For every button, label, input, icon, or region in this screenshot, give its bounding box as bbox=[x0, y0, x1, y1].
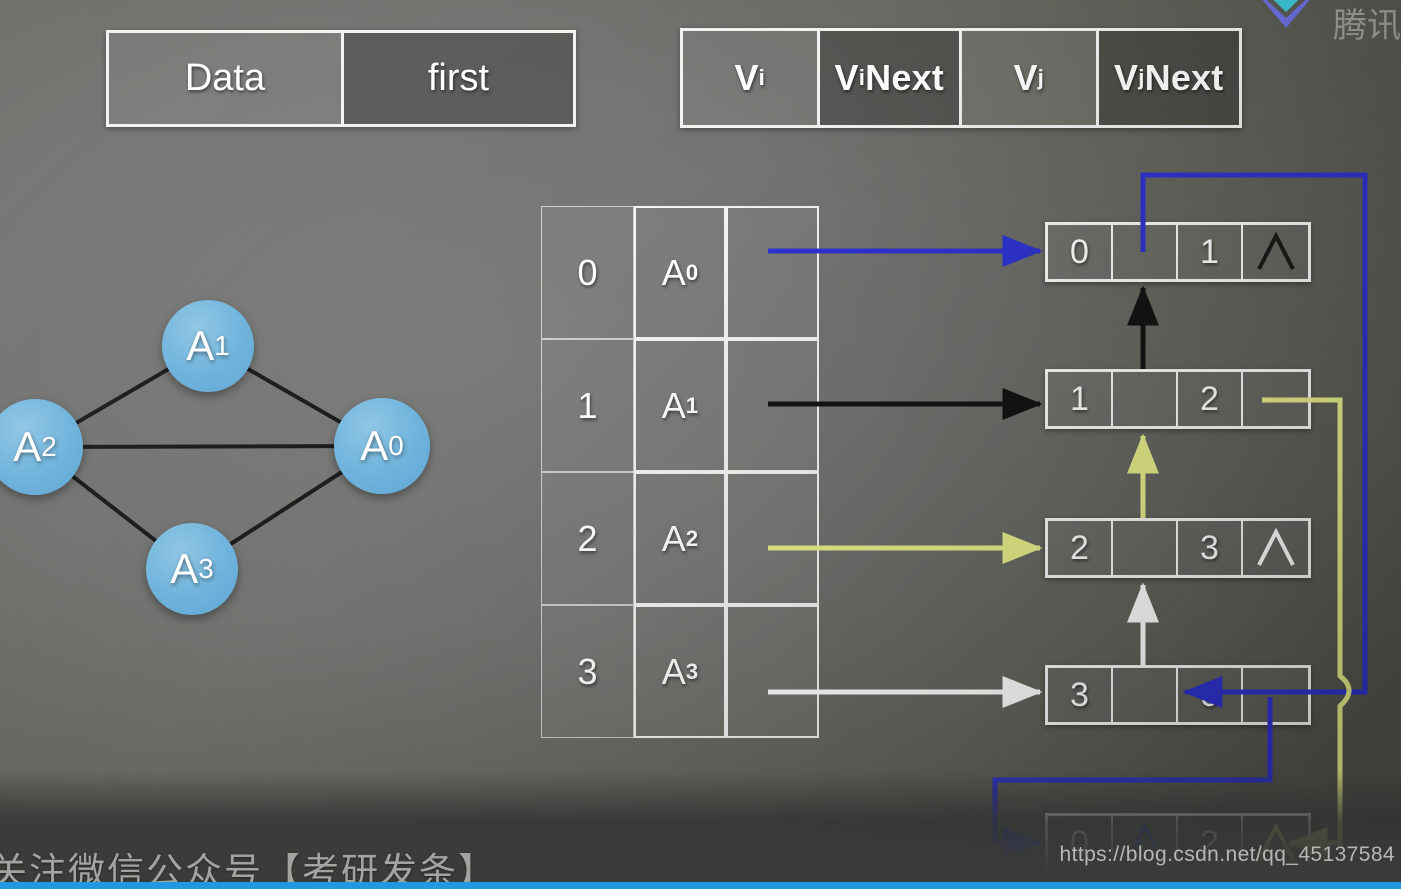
graph-edge-a2-a3 bbox=[68, 472, 161, 545]
legend-vi-base: V bbox=[734, 57, 759, 98]
table-row: 3A3 bbox=[541, 605, 819, 738]
adjacency-list-table: 0A01A12A23A3 bbox=[541, 206, 819, 738]
adjacency-index-1: 1 bbox=[541, 339, 634, 472]
legend-vertex-node: Data first bbox=[106, 30, 576, 127]
legend-vj-sub: j bbox=[1037, 65, 1045, 90]
graph-edge-a2-a1 bbox=[71, 365, 173, 427]
adjacency-index-0: 0 bbox=[541, 206, 634, 339]
adjacency-first-1 bbox=[726, 339, 819, 472]
edge-node-0-1: 01 bbox=[1045, 222, 1311, 282]
nil-caret-icon bbox=[1256, 528, 1295, 566]
video-frame: Data first Vi Vi Next Vj Vj Next A1A2A0A3 … bbox=[0, 0, 1401, 889]
adjacency-data-2: A2 bbox=[634, 472, 726, 605]
video-progress-bar[interactable] bbox=[0, 882, 1401, 889]
adjacency-data-1: A1 bbox=[634, 339, 726, 472]
adjacency-data-label: A bbox=[661, 384, 686, 426]
adjacency-data-label: A bbox=[661, 650, 686, 692]
edge-node-0-1-cell-0: 0 bbox=[1048, 225, 1113, 279]
legend-cell-first: first bbox=[343, 33, 573, 124]
table-row: 1A1 bbox=[541, 339, 819, 472]
graph-edge-a2-a0 bbox=[78, 444, 339, 449]
graph-node-subscript: 1 bbox=[214, 330, 230, 361]
edge-node-2-3-cell-2: 3 bbox=[1178, 521, 1243, 575]
edge-node-0-1-cell-3 bbox=[1243, 225, 1308, 279]
edge-node-2-3-cell-0: 2 bbox=[1048, 521, 1113, 575]
logo-text: 腾讯 bbox=[1333, 6, 1401, 46]
legend-edge-node: Vi Vi Next Vj Vj Next bbox=[680, 28, 1242, 128]
graph-node-subscript: 2 bbox=[41, 431, 57, 462]
edge-node-1-2: 12 bbox=[1045, 369, 1311, 429]
edge-node-3-0-cell-0: 3 bbox=[1048, 668, 1113, 722]
graph-edge-a1-a0 bbox=[243, 365, 345, 426]
edge-node-2-3: 23 bbox=[1045, 518, 1311, 578]
edge-node-1-2-cell-2: 2 bbox=[1178, 372, 1243, 426]
edge-node-3-0: 30 bbox=[1045, 665, 1311, 725]
edge-node-2-3-cell-3 bbox=[1243, 521, 1308, 575]
edge-node-3-0-cell-2: 0 bbox=[1178, 668, 1243, 722]
tencent-logo-icon bbox=[1231, 0, 1341, 40]
legend-vi-sub: i bbox=[758, 65, 766, 90]
edge-node-3-0-cell-1 bbox=[1113, 668, 1178, 722]
edge-node-0-1-cell-2: 1 bbox=[1178, 225, 1243, 279]
adjacency-index-2: 2 bbox=[541, 472, 634, 605]
legend-vinext-base: V bbox=[834, 57, 859, 98]
adjacency-data-0: A0 bbox=[634, 206, 726, 339]
edge-node-2-3-cell-1 bbox=[1113, 521, 1178, 575]
adjacency-first-2 bbox=[726, 472, 819, 605]
adjacency-first-0 bbox=[726, 206, 819, 339]
graph-edge-a3-a0 bbox=[226, 468, 347, 548]
edge-node-1-2-cell-3 bbox=[1243, 372, 1308, 426]
adjacency-index-3: 3 bbox=[541, 605, 634, 738]
graph-diagram: A1A2A0A3 bbox=[0, 280, 460, 640]
adjacency-data-subscript: 3 bbox=[685, 658, 699, 684]
legend-cell-vjnext: Vj Next bbox=[1098, 31, 1239, 125]
graph-node-subscript: 0 bbox=[388, 430, 404, 461]
edge-node-1-2-cell-0: 1 bbox=[1048, 372, 1113, 426]
legend-vjnext-base: V bbox=[1114, 57, 1139, 98]
adjacency-data-subscript: 2 bbox=[685, 525, 699, 551]
graph-node-label: A bbox=[360, 422, 389, 469]
arrow-node12-to-node02 bbox=[1262, 397, 1352, 860]
graph-node-label: A bbox=[186, 322, 215, 369]
edge-node-3-0-cell-3 bbox=[1243, 668, 1308, 722]
graph-node-label: A bbox=[170, 545, 199, 592]
adjacency-data-subscript: 1 bbox=[685, 392, 699, 418]
legend-cell-vj: Vj bbox=[962, 31, 1099, 125]
legend-vj-base: V bbox=[1013, 57, 1038, 98]
nil-caret-icon bbox=[1256, 232, 1295, 270]
adjacency-data-label: A bbox=[661, 251, 686, 293]
table-row: 0A0 bbox=[541, 206, 819, 339]
legend-cell-data: Data bbox=[109, 33, 344, 124]
table-row: 2A2 bbox=[541, 472, 819, 605]
graph-node-a1: A1 bbox=[162, 300, 254, 392]
adjacency-data-3: A3 bbox=[634, 605, 726, 738]
legend-cell-vi: Vi bbox=[683, 31, 820, 125]
edge-node-0-1-cell-1 bbox=[1113, 225, 1178, 279]
adjacency-first-3 bbox=[726, 605, 819, 738]
edge-node-1-2-cell-1 bbox=[1113, 372, 1178, 426]
graph-node-a3: A3 bbox=[146, 523, 238, 615]
graph-node-a0: A0 bbox=[334, 398, 430, 494]
graph-node-label: A bbox=[13, 423, 42, 470]
graph-node-subscript: 3 bbox=[198, 553, 214, 584]
adjacency-data-label: A bbox=[661, 517, 686, 559]
legend-vjnext-suffix: Next bbox=[1144, 57, 1224, 98]
watermark-url: https://blog.csdn.net/qq_45137584 bbox=[1059, 843, 1395, 866]
legend-vinext-suffix: Next bbox=[865, 57, 944, 98]
adjacency-data-subscript: 0 bbox=[685, 259, 699, 285]
legend-cell-vinext: Vi Next bbox=[819, 31, 962, 125]
